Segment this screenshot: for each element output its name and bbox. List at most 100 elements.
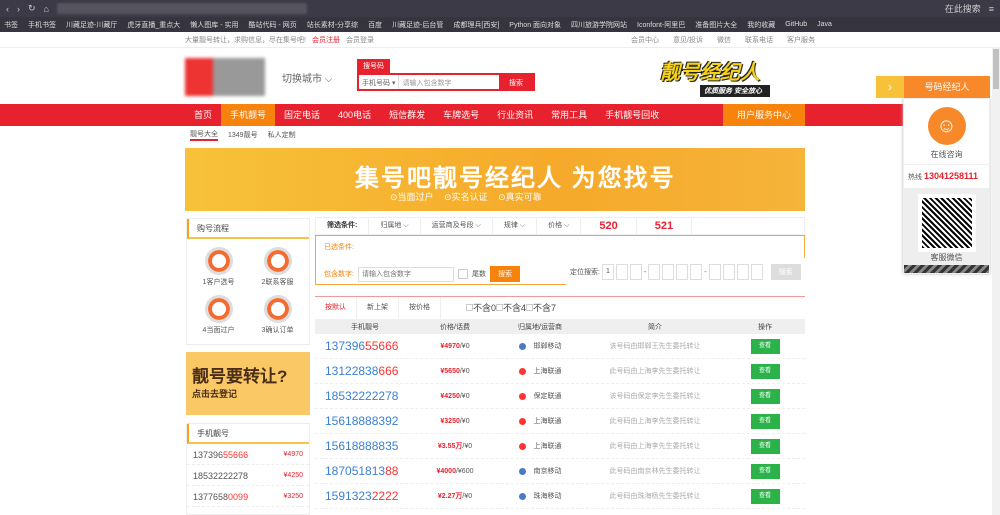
contains-search-button[interactable]: 搜索 bbox=[489, 266, 520, 282]
bookmark-item[interactable]: 书签 bbox=[4, 20, 18, 30]
phone-list-item[interactable]: 18532222278 ¥4250 bbox=[187, 466, 309, 486]
exclude-checkbox[interactable] bbox=[496, 304, 504, 311]
subnav-item[interactable]: 私人定制 bbox=[268, 130, 296, 140]
position-digit-input[interactable] bbox=[676, 264, 689, 280]
view-button[interactable]: 查看 bbox=[750, 338, 780, 354]
filter-dropdown[interactable]: 归属地 ⌵ bbox=[369, 218, 421, 234]
tail-checkbox[interactable] bbox=[457, 269, 468, 279]
exclude-checkbox[interactable] bbox=[466, 304, 473, 311]
bookmark-item[interactable]: GitHub bbox=[785, 21, 807, 28]
view-button[interactable]: 查看 bbox=[750, 438, 780, 454]
nav-item[interactable]: 手机靓号 bbox=[221, 104, 276, 126]
position-digit-input[interactable] bbox=[750, 264, 763, 280]
filter-dropdown[interactable]: 价格 ⌵ bbox=[537, 218, 582, 234]
transfer-banner[interactable]: 靓号要转让? 点击去登记 bbox=[186, 352, 310, 415]
filter-special[interactable]: 520 bbox=[581, 218, 637, 234]
position-digit-input[interactable] bbox=[736, 264, 749, 280]
phone-list-item[interactable]: 13739655666 ¥4970 bbox=[187, 445, 309, 465]
bookmark-item[interactable]: 四川旅游学院网站 bbox=[571, 20, 627, 30]
online-consult-link[interactable]: 在线咨询 bbox=[904, 149, 989, 160]
sort-tab[interactable]: 按价格 bbox=[399, 297, 441, 319]
top-link[interactable]: 意见/投诉 bbox=[673, 35, 703, 45]
collapse-chevron-icon[interactable]: › bbox=[876, 76, 904, 98]
switch-city[interactable]: 切换城市 ⌵ bbox=[282, 70, 332, 85]
nav-item[interactable]: 手机靓号回收 bbox=[596, 104, 668, 126]
search-input[interactable]: 请输入包含数字 bbox=[399, 75, 499, 89]
position-digit-input[interactable] bbox=[690, 264, 703, 280]
nav-item[interactable]: 常用工具 bbox=[542, 104, 596, 126]
sort-tab[interactable]: 按默认 bbox=[315, 297, 357, 319]
subnav-item[interactable]: 靓号大全 bbox=[190, 129, 218, 141]
position-digit-input[interactable] bbox=[615, 264, 628, 280]
top-link[interactable]: 客户服务 bbox=[787, 35, 815, 45]
top-link[interactable]: 会员中心 bbox=[631, 35, 659, 45]
view-button[interactable]: 查看 bbox=[750, 463, 780, 479]
subnav-item[interactable]: 1349靓号 bbox=[228, 130, 258, 140]
bookmark-item[interactable]: 川藏足迹-川藏厅 bbox=[66, 20, 117, 30]
exclude-checkbox[interactable] bbox=[526, 304, 534, 311]
position-digit-input[interactable] bbox=[708, 264, 721, 280]
browser-search[interactable]: 在此搜索 bbox=[945, 2, 981, 15]
bookmark-item[interactable]: 虎牙直播_重点大 bbox=[127, 20, 180, 30]
position-digit-input[interactable] bbox=[648, 264, 661, 280]
filter-special[interactable]: 521 bbox=[637, 218, 693, 234]
scrollbar[interactable] bbox=[992, 47, 1000, 515]
phone-number[interactable]: 13122838666 bbox=[315, 364, 415, 378]
back-icon[interactable]: ‹ bbox=[6, 4, 9, 14]
register-link[interactable]: 会员注册 bbox=[312, 35, 340, 45]
nav-item[interactable]: 行业资讯 bbox=[488, 104, 542, 126]
phone-number[interactable]: 13739655666 bbox=[315, 339, 415, 353]
view-button[interactable]: 查看 bbox=[750, 363, 780, 379]
search-type-select[interactable]: 手机号码 ▾ bbox=[359, 75, 400, 89]
nav-item[interactable]: 固定电话 bbox=[275, 104, 329, 126]
bookmark-item[interactable]: 准备图片大全 bbox=[695, 20, 737, 30]
nav-item[interactable]: 短信群发 bbox=[380, 104, 434, 126]
phone-number[interactable]: 18705181388 bbox=[315, 464, 415, 478]
phone-list-item[interactable]: 13776580099 ¥3250 bbox=[187, 487, 309, 507]
forward-icon[interactable]: › bbox=[17, 4, 20, 14]
bookmark-item[interactable]: Java bbox=[817, 21, 832, 28]
bookmark-item[interactable]: 酷站代码 - 网页 bbox=[248, 20, 296, 30]
bookmark-item[interactable]: 站长素材-分享综 bbox=[307, 20, 358, 30]
bookmark-item[interactable]: 川藏足迹-后台管 bbox=[392, 20, 443, 30]
home-icon[interactable]: ⌂ bbox=[44, 4, 49, 14]
filter-dropdown[interactable]: 规律 ⌵ bbox=[493, 218, 538, 234]
view-button[interactable]: 查看 bbox=[750, 388, 780, 404]
filter-dropdown[interactable]: 运营商及号段 ⌵ bbox=[421, 218, 493, 234]
customer-service-icon[interactable]: ☺ bbox=[927, 107, 966, 145]
phone-number[interactable]: 15618888392 bbox=[315, 414, 415, 428]
promo-banner[interactable]: 集号吧靓号经纪人 为您找号 ⊙当面过户 ⊙实名认证 ⊙真实可靠 bbox=[185, 148, 805, 211]
phone-number[interactable]: 18532222278 bbox=[315, 389, 415, 403]
position-search-button[interactable]: 搜索 bbox=[770, 264, 801, 280]
view-button[interactable]: 查看 bbox=[750, 413, 780, 429]
bookmark-item[interactable]: Python 面向对象 bbox=[509, 20, 561, 30]
top-link[interactable]: 微信 bbox=[717, 35, 731, 45]
top-link[interactable]: 联系电话 bbox=[745, 35, 773, 45]
login-link[interactable]: 会员登录 bbox=[346, 35, 374, 45]
site-logo[interactable] bbox=[185, 58, 265, 96]
bookmark-item[interactable]: 手机书签 bbox=[28, 20, 56, 30]
search-button[interactable]: 搜索 bbox=[499, 75, 533, 89]
position-digit-input[interactable] bbox=[662, 264, 675, 280]
bookmark-item[interactable]: Iconfont-阿里巴 bbox=[637, 20, 685, 30]
position-digit-input[interactable] bbox=[629, 264, 642, 280]
view-button[interactable]: 查看 bbox=[750, 488, 780, 504]
address-bar[interactable] bbox=[56, 3, 307, 14]
phone-number[interactable]: 15913232222 bbox=[315, 489, 415, 503]
scrollbar-thumb[interactable] bbox=[993, 49, 999, 89]
sort-tab[interactable]: 新上架 bbox=[357, 297, 399, 319]
reload-icon[interactable]: ↻ bbox=[28, 3, 36, 14]
bookmark-item[interactable]: 懒人图库 - 实用 bbox=[190, 20, 238, 30]
bookmark-item[interactable]: 百度 bbox=[368, 20, 382, 30]
nav-item[interactable]: 首页 bbox=[185, 104, 221, 126]
menu-icon[interactable]: ≡ bbox=[989, 4, 994, 14]
nav-item[interactable]: 400电话 bbox=[329, 104, 380, 126]
nav-item[interactable]: 车牌选号 bbox=[434, 104, 488, 126]
position-digit-input[interactable]: 1 bbox=[601, 264, 614, 280]
contains-input[interactable] bbox=[357, 266, 454, 282]
search-tab[interactable]: 搜号码 bbox=[357, 59, 390, 73]
position-digit-input[interactable] bbox=[722, 264, 735, 280]
bookmark-item[interactable]: 成都理兵[西安] bbox=[453, 20, 499, 30]
bookmark-item[interactable]: 我的收藏 bbox=[747, 20, 775, 30]
phone-number[interactable]: 15618888835 bbox=[315, 439, 415, 453]
